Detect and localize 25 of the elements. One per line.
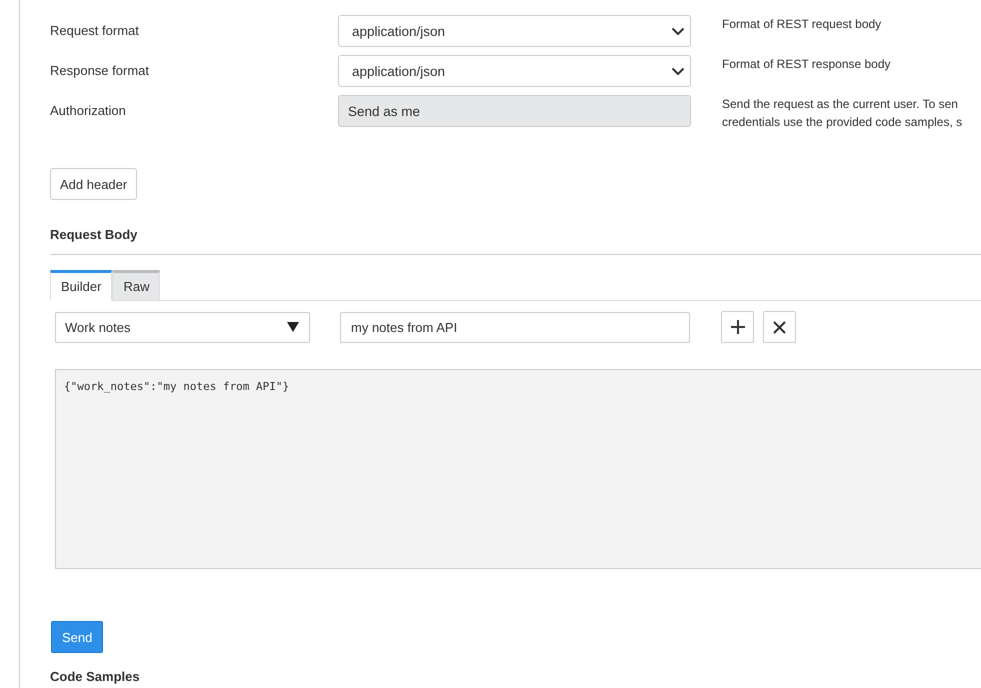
section-title: Request Body: [50, 227, 138, 242]
value-input-field[interactable]: my notes from API: [340, 312, 690, 342]
section-title: Code Samples: [50, 669, 141, 684]
setting-label: Request format: [50, 22, 140, 38]
remove-button[interactable]: [763, 311, 796, 343]
setting-description: Format of REST request body: [722, 16, 882, 33]
readonly-field: Send as me: [338, 95, 691, 127]
setting-description: credentials use the provided code samples, s: [722, 114, 962, 131]
setting-label: Authorization: [50, 102, 127, 118]
format-dropdown[interactable]: application/json: [338, 55, 691, 87]
add-header-button[interactable]: Add header: [50, 168, 138, 200]
tab[interactable]: Builder: [50, 270, 112, 301]
setting-label: Response format: [50, 62, 150, 78]
triangle-down-icon: [287, 322, 299, 332]
setting-description: Format of REST response body: [722, 56, 891, 73]
format-dropdown[interactable]: application/json: [338, 15, 691, 47]
tab[interactable]: Raw: [112, 270, 160, 301]
field-dropdown[interactable]: Work notes: [55, 312, 310, 342]
setting-description: Send the request as the current user. To sen: [722, 96, 959, 113]
close-icon: [773, 320, 786, 334]
chevron-down-icon: [671, 26, 685, 36]
chevron-down-icon: [671, 66, 685, 76]
add-button[interactable]: [721, 311, 754, 343]
plus-icon: [730, 320, 744, 334]
json-text: {"work_notes":"my notes from API"}: [64, 380, 290, 393]
